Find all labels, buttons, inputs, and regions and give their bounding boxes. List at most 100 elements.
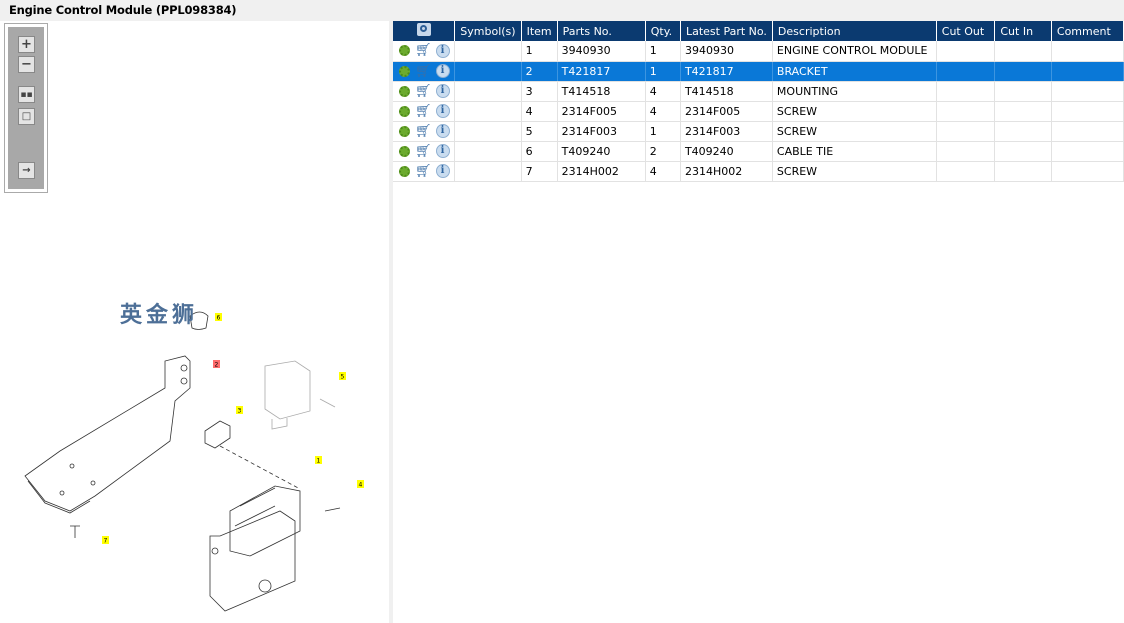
col-comment[interactable]: Comment — [1051, 21, 1124, 41]
col-cut-out[interactable]: Cut Out — [936, 21, 996, 41]
latest-part-no-cell: T421817 — [680, 61, 773, 82]
cart-icon[interactable]: 🛒︎ — [415, 43, 432, 58]
table-row[interactable]: 🛒︎ i 7 2314H002 4 2314H002 SCREW — [393, 161, 1124, 182]
comment-cell — [1051, 161, 1124, 182]
callout-3[interactable]: 3 — [236, 406, 243, 415]
table-header: Symbol(s) Item Parts No. Qty. Latest Par… — [393, 21, 1124, 41]
item-cell: 2 — [521, 61, 558, 82]
part-no-cell: T421817 — [557, 61, 646, 82]
callout-label: 6 — [217, 315, 221, 322]
comment-cell — [1051, 41, 1124, 62]
cut-in-cell — [994, 101, 1052, 122]
latest-part-no-cell: 2314H002 — [680, 161, 773, 182]
cut-out-cell — [936, 61, 996, 82]
gear-icon[interactable] — [399, 105, 410, 117]
table-row[interactable]: 🛒︎ i 5 2314F003 1 2314F003 SCREW — [393, 121, 1124, 142]
table-row[interactable]: 🛒︎ i 2 T421817 1 T421817 BRACKET — [393, 61, 1124, 82]
watermark: 英金狮 — [120, 303, 199, 328]
col-item[interactable]: Item — [521, 21, 558, 41]
symbols-cell — [454, 101, 522, 122]
symbols-cell — [454, 81, 522, 102]
col-description[interactable]: Description — [772, 21, 937, 41]
page-title: Engine Control Module (PPL098384) — [9, 3, 237, 17]
col-parts-no[interactable]: Parts No. — [557, 21, 646, 41]
cart-icon[interactable]: 🛒︎ — [415, 84, 432, 99]
gear-icon[interactable] — [399, 165, 410, 177]
callout-5[interactable]: 5 — [339, 372, 346, 381]
part-no-cell: T409240 — [557, 141, 646, 162]
qty-cell: 4 — [645, 161, 681, 182]
table-row[interactable]: 🛒︎ i 4 2314F005 4 2314F005 SCREW — [393, 101, 1124, 122]
cart-icon[interactable]: 🛒︎ — [415, 104, 432, 119]
part-no-cell: 2314H002 — [557, 161, 646, 182]
cut-in-cell — [994, 41, 1052, 62]
latest-part-no-cell: 3940930 — [680, 41, 773, 62]
info-icon[interactable]: i — [435, 164, 450, 178]
callout-1[interactable]: 1 — [315, 456, 322, 465]
symbols-cell — [454, 121, 522, 142]
callout-label: 2 — [215, 362, 219, 369]
gear-icon[interactable] — [399, 45, 410, 57]
zoom-out-button[interactable]: − — [18, 56, 35, 73]
symbols-cell — [454, 141, 522, 162]
search-column-button[interactable] — [393, 21, 456, 41]
col-cut-in[interactable]: Cut In — [994, 21, 1052, 41]
item-cell: 7 — [521, 161, 558, 182]
latest-part-no-cell: 2314F005 — [680, 101, 773, 122]
callout-7[interactable]: 7 — [102, 536, 109, 545]
callout-label: 3 — [238, 408, 242, 415]
parts-table: Symbol(s) Item Parts No. Qty. Latest Par… — [393, 21, 1124, 182]
magnifier-icon — [416, 23, 431, 36]
item-cell: 4 — [521, 101, 558, 122]
info-icon[interactable]: i — [435, 144, 450, 158]
item-cell: 5 — [521, 121, 558, 142]
comment-cell — [1051, 101, 1124, 122]
cart-icon[interactable]: 🛒︎ — [415, 164, 432, 179]
latest-part-no-cell: 2314F003 — [680, 121, 773, 142]
info-icon[interactable]: i — [435, 43, 450, 58]
qty-cell: 1 — [645, 121, 681, 142]
comment-cell — [1051, 81, 1124, 102]
export-button[interactable]: → — [18, 162, 35, 179]
fit-all-button[interactable]: ▪▪ — [18, 86, 35, 103]
cut-in-cell — [994, 81, 1052, 102]
description-cell: CABLE TIE — [772, 141, 937, 162]
mount-drawing — [204, 420, 301, 490]
gear-icon[interactable] — [399, 65, 410, 77]
ecm-drawing — [209, 485, 341, 612]
part-no-cell: 2314F003 — [557, 121, 646, 142]
table-row[interactable]: 🛒︎ i 3 T414518 4 T414518 MOUNTING — [393, 81, 1124, 102]
callout-4[interactable]: 4 — [357, 480, 364, 489]
zoom-in-button[interactable]: + — [18, 36, 35, 53]
diagram-panel[interactable]: + − ▪▪ □ → 1 2 3 4 5 6 7 英金狮 — [0, 21, 389, 623]
col-latest-part-no[interactable]: Latest Part No. — [680, 21, 773, 41]
info-icon[interactable]: i — [435, 124, 450, 138]
col-symbols[interactable]: Symbol(s) — [454, 21, 522, 41]
gear-icon[interactable] — [399, 145, 410, 157]
table-row[interactable]: 🛒︎ i 1 3940930 1 3940930 ENGINE CONTROL M… — [393, 41, 1124, 62]
callout-6[interactable]: 6 — [215, 313, 222, 322]
cart-icon[interactable]: 🛒︎ — [415, 144, 432, 159]
description-cell: ENGINE CONTROL MODULE — [772, 41, 937, 62]
info-icon[interactable]: i — [435, 84, 450, 98]
cart-icon[interactable]: 🛒︎ — [415, 64, 432, 79]
callout-2[interactable]: 2 — [213, 360, 220, 369]
fit-window-button[interactable]: □ — [18, 108, 35, 125]
description-cell: SCREW — [772, 101, 937, 122]
info-icon[interactable]: i — [435, 104, 450, 118]
gear-icon[interactable] — [399, 85, 410, 97]
parts-list-panel: Symbol(s) Item Parts No. Qty. Latest Par… — [393, 21, 1124, 623]
comment-cell — [1051, 61, 1124, 82]
part-no-cell: 3940930 — [557, 41, 646, 62]
table-row[interactable]: 🛒︎ i 6 T409240 2 T409240 CABLE TIE — [393, 141, 1124, 162]
bracket-drawing — [24, 311, 209, 538]
callout-label: 7 — [104, 538, 108, 545]
col-qty[interactable]: Qty. — [645, 21, 681, 41]
info-icon[interactable]: i — [435, 64, 450, 78]
cut-in-cell — [994, 121, 1052, 142]
comment-cell — [1051, 141, 1124, 162]
gear-icon[interactable] — [399, 125, 410, 137]
part-no-cell: 2314F005 — [557, 101, 646, 122]
qty-cell: 4 — [645, 81, 681, 102]
cart-icon[interactable]: 🛒︎ — [415, 124, 432, 139]
